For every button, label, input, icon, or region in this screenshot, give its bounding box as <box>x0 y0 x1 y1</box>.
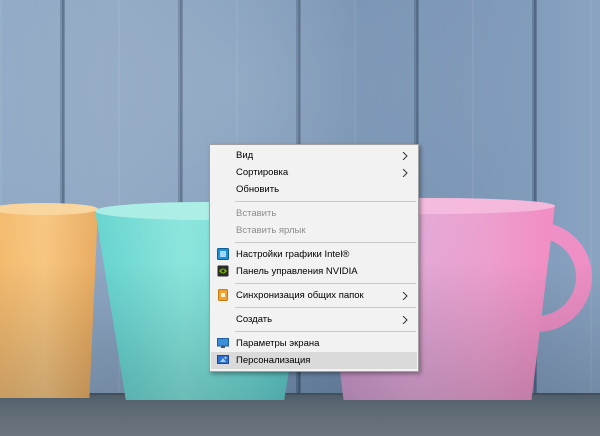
menu-separator <box>235 283 416 284</box>
menu-item-view[interactable]: Вид <box>211 147 417 164</box>
menu-item-intel-graphics[interactable]: Настройки графики Intel® <box>211 246 417 263</box>
menu-item-label: Синхронизация общих папок <box>236 290 364 301</box>
menu-item-new[interactable]: Создать <box>211 311 417 328</box>
yellow-cup <box>0 208 98 398</box>
menu-item-display-settings[interactable]: Параметры экрана <box>211 335 417 352</box>
intel-graphics-icon <box>217 248 229 260</box>
menu-item-personalization[interactable]: Персонализация <box>211 352 417 369</box>
yellow-cup-rim <box>0 203 98 215</box>
nvidia-icon <box>217 265 229 277</box>
menu-item-nvidia-panel[interactable]: Панель управления NVIDIA <box>211 263 417 280</box>
chevron-right-icon <box>402 152 408 160</box>
menu-item-label: Вид <box>236 150 254 161</box>
wall-plank-seam <box>180 0 183 400</box>
menu-separator <box>235 242 416 243</box>
menu-item-label: Панель управления NVIDIA <box>236 266 358 277</box>
chevron-right-icon <box>402 292 408 300</box>
shelf-edge <box>0 393 600 396</box>
sync-folders-icon <box>218 289 228 301</box>
menu-item-sort[interactable]: Сортировка <box>211 164 417 181</box>
wall-plank-seam <box>534 0 537 400</box>
menu-separator <box>235 201 416 202</box>
menu-item-paste-shortcut[interactable]: Вставить ярлык <box>211 222 417 239</box>
menu-item-label: Персонализация <box>236 355 311 366</box>
menu-item-label: Сортировка <box>236 167 289 178</box>
shelf <box>0 395 600 436</box>
chevron-right-icon <box>402 316 408 324</box>
menu-item-sync-shared-folders[interactable]: Синхронизация общих папок <box>211 287 417 304</box>
personalization-icon <box>217 355 229 364</box>
menu-separator <box>235 331 416 332</box>
menu-item-refresh[interactable]: Обновить <box>211 181 417 198</box>
desktop-context-menu: Вид Сортировка Обновить Вставить Вставит… <box>209 144 419 372</box>
menu-item-label: Вставить <box>236 208 277 219</box>
menu-item-label: Вставить ярлык <box>236 225 306 236</box>
chevron-right-icon <box>402 169 408 177</box>
menu-item-paste[interactable]: Вставить <box>211 205 417 222</box>
wall-plank-seam <box>62 0 65 400</box>
menu-separator <box>235 307 416 308</box>
menu-item-label: Обновить <box>236 184 280 195</box>
menu-item-label: Создать <box>236 314 273 325</box>
menu-item-label: Параметры экрана <box>236 338 320 349</box>
display-settings-icon <box>217 338 229 348</box>
menu-item-label: Настройки графики Intel® <box>236 249 350 260</box>
pink-cup-handle <box>520 222 592 332</box>
